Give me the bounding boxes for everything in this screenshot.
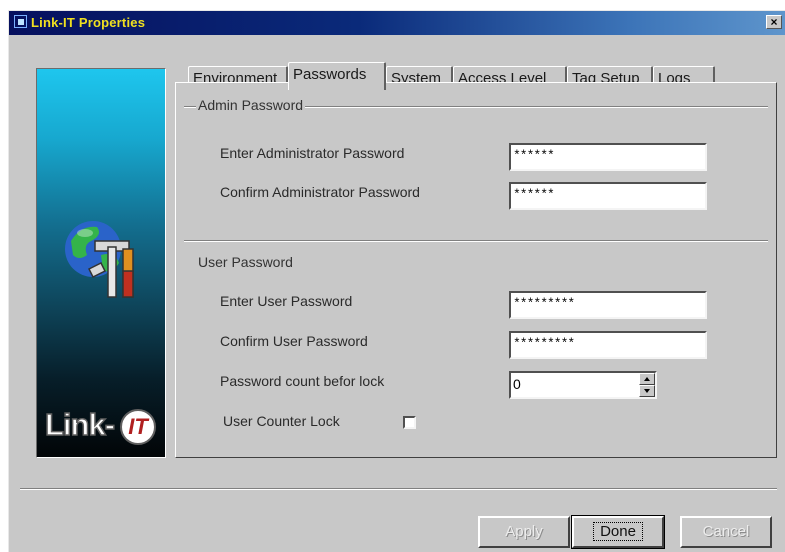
logo-it-mark: IT	[120, 409, 156, 445]
done-button[interactable]: Done	[571, 515, 665, 549]
user-group-separator	[184, 240, 768, 242]
passwords-panel: Admin Password Enter Administrator Passw…	[175, 82, 777, 458]
count-label: Password count befor lock	[220, 373, 385, 389]
spinner-buttons	[639, 373, 655, 397]
brand-panel: Link- IT	[36, 68, 166, 458]
count-value: 0	[513, 376, 521, 392]
lock-label: User Counter Lock	[223, 413, 340, 429]
count-spinner[interactable]: 0	[509, 371, 657, 399]
done-label: Done	[593, 522, 643, 541]
tab-passwords[interactable]: Passwords	[288, 62, 386, 90]
user-password-input[interactable]: *********	[509, 291, 707, 319]
title-bar[interactable]: Link-IT Properties ×	[9, 11, 785, 35]
spin-down-icon[interactable]	[639, 385, 655, 397]
admin-group-label: Admin Password	[196, 97, 306, 113]
button-separator	[20, 488, 777, 490]
link-it-logo: Link- IT	[44, 406, 156, 445]
close-button[interactable]: ×	[766, 15, 782, 29]
user-confirm-label: Confirm User Password	[220, 333, 368, 349]
apply-button[interactable]: Apply	[478, 516, 570, 548]
app-icon	[14, 15, 27, 28]
window-title: Link-IT Properties	[31, 15, 146, 30]
admin-confirm-input[interactable]: ******	[509, 182, 707, 210]
admin-password-input[interactable]: ******	[509, 143, 707, 171]
spin-up-icon[interactable]	[639, 373, 655, 385]
user-confirm-input[interactable]: *********	[509, 331, 707, 359]
admin-confirm-label: Confirm Administrator Password	[220, 184, 420, 200]
admin-enter-label: Enter Administrator Password	[220, 145, 405, 161]
user-enter-label: Enter User Password	[220, 293, 353, 309]
globe-tools-icon	[65, 221, 134, 298]
cancel-button[interactable]: Cancel	[680, 516, 772, 548]
user-counter-lock-checkbox[interactable]	[403, 416, 416, 429]
logo-word: Link-	[44, 406, 116, 443]
user-group-label: User Password	[196, 254, 295, 270]
